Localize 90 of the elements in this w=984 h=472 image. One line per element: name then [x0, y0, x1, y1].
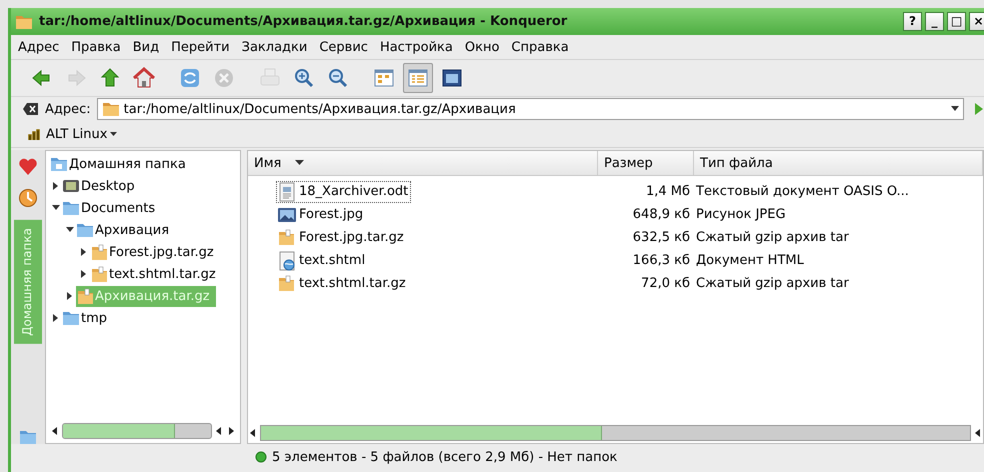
menu-item[interactable]: Вид — [128, 38, 164, 56]
desktop-icon — [62, 177, 80, 195]
detail-view-icon — [407, 67, 429, 89]
home-icon — [133, 67, 155, 89]
history-icon — [18, 188, 38, 208]
expanded-arrow-icon[interactable] — [66, 227, 74, 233]
menu-item[interactable]: Адрес — [13, 38, 64, 56]
file-size: 166,3 кб — [632, 253, 691, 268]
web-page-icon — [277, 250, 297, 270]
folder-icon — [76, 221, 94, 239]
zoom-out-icon — [327, 67, 349, 89]
zoom-in-icon — [293, 67, 315, 89]
archive-icon — [277, 228, 297, 248]
scroll-left-icon — [973, 426, 983, 440]
folder-icon — [62, 199, 80, 217]
home-folder-icon — [19, 428, 37, 444]
scroll-left-icon — [50, 424, 60, 438]
file-name[interactable]: text.shtml — [276, 250, 368, 272]
archive-icon — [277, 274, 297, 294]
home-folder-icon — [50, 155, 68, 173]
status-text: 5 элементов - 5 файлов (всего 2,9 Мб) - Нет папок — [272, 450, 618, 464]
archive-icon — [90, 243, 108, 261]
tree-item[interactable]: Desktop — [62, 176, 141, 196]
window-control-button[interactable]: □ — [947, 12, 966, 31]
tree-item[interactable]: text.shtml.tar.gz — [90, 264, 222, 284]
horizontal-scrollbar[interactable] — [248, 425, 983, 441]
tree-item[interactable]: Архивация — [76, 220, 176, 240]
folder-icon — [62, 309, 80, 327]
sort-arrow-icon — [295, 160, 304, 166]
file-size: 1,4 Мб — [644, 184, 691, 199]
window-control-button[interactable]: _ — [925, 12, 944, 31]
column-header[interactable]: Тип файла — [694, 151, 983, 175]
file-type: Текстовый документ OASIS O... — [695, 184, 910, 199]
bookmark-logo-icon — [27, 127, 43, 141]
column-header[interactable]: Размер — [598, 151, 694, 175]
folder-icon — [102, 101, 120, 117]
status-dot-icon — [255, 451, 267, 463]
window-control-button[interactable]: × — [969, 12, 984, 31]
expanded-arrow-icon[interactable] — [52, 205, 60, 211]
stop-icon — [213, 67, 235, 89]
go-arrow-icon — [974, 102, 984, 116]
file-name[interactable]: 18_Xarchiver.odt — [276, 180, 412, 202]
file-name[interactable]: Forest.jpg — [276, 204, 366, 226]
heart-icon — [18, 158, 38, 176]
archive-icon — [90, 265, 108, 283]
file-type: Рисунок JPEG — [695, 207, 787, 222]
dropdown-arrow-icon — [951, 106, 959, 112]
file-size: 632,5 кб — [632, 230, 691, 245]
collapsed-arrow-icon[interactable] — [81, 270, 87, 278]
menu-item[interactable]: Окно — [460, 38, 504, 56]
window-title: tar:/home/altlinux/Documents/Архивация.tar.gz/Архивация - Konqueror — [39, 14, 568, 29]
menu-item[interactable]: Справка — [506, 38, 574, 56]
address-label: Адрес: — [45, 102, 91, 116]
menu-item[interactable]: Сервис — [314, 38, 373, 56]
horizontal-scrollbar[interactable] — [50, 423, 236, 439]
menu-item[interactable]: Настройка — [374, 38, 458, 56]
scroll-right-icon — [226, 424, 236, 438]
tree-item[interactable]: tmp — [62, 308, 114, 328]
bookmark-button[interactable]: ALT Linux — [23, 124, 122, 144]
icon-view-icon — [373, 67, 395, 89]
menu-item[interactable]: Перейти — [166, 38, 235, 56]
tree-item[interactable]: Forest.jpg.tar.gz — [90, 242, 220, 262]
scroll-left-icon — [248, 426, 258, 440]
file-type: Документ HTML — [695, 253, 805, 268]
address-field[interactable]: tar:/home/altlinux/Documents/Архивация.tar.gz/Архивация — [96, 98, 964, 120]
reload-icon — [179, 67, 201, 89]
column-header[interactable]: Имя — [248, 151, 598, 175]
file-size: 648,9 кб — [632, 207, 691, 222]
tree-item[interactable]: Домашняя папка — [50, 154, 192, 174]
tree-item[interactable]: Documents — [62, 198, 162, 218]
scroll-left-icon — [214, 424, 224, 438]
file-name[interactable]: Forest.jpg.tar.gz — [276, 226, 407, 248]
file-name[interactable]: text.shtml.tar.gz — [276, 272, 409, 294]
folder-icon — [15, 14, 33, 30]
collapsed-arrow-icon[interactable] — [53, 182, 59, 190]
archive-icon — [76, 287, 94, 305]
up-arrow-icon — [99, 67, 121, 89]
collapsed-arrow-icon[interactable] — [53, 314, 59, 322]
menu-item[interactable]: Правка — [66, 38, 126, 56]
file-type: Сжатый gzip архив tar — [695, 276, 850, 291]
menu-item[interactable]: Закладки — [236, 38, 312, 56]
dropdown-arrow-icon — [110, 132, 118, 136]
preview-view-icon — [441, 67, 463, 89]
file-type: Сжатый gzip архив tar — [695, 230, 850, 245]
collapsed-arrow-icon[interactable] — [67, 292, 73, 300]
collapsed-arrow-icon[interactable] — [81, 248, 87, 256]
document-icon — [277, 182, 297, 202]
window-control-button[interactable]: ? — [903, 12, 922, 31]
file-size: 72,0 кб — [640, 276, 691, 291]
clear-field-icon — [23, 102, 39, 116]
